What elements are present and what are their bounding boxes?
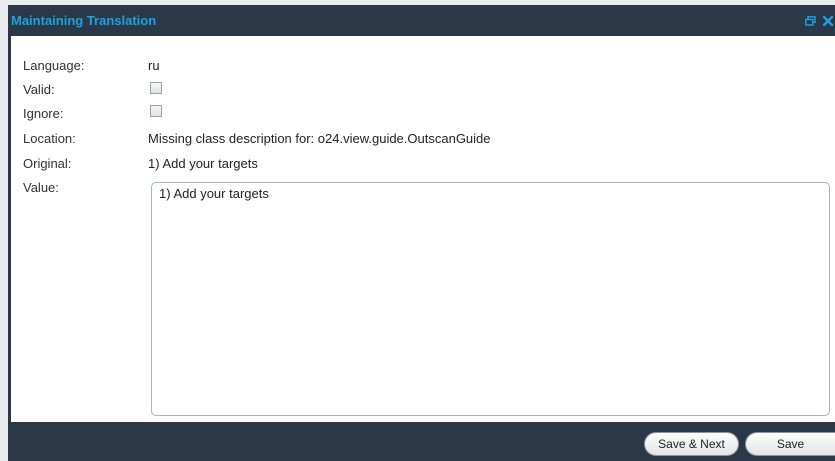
save-button[interactable]: Save [745,432,835,456]
save-next-button[interactable]: Save & Next [644,432,739,456]
restore-icon[interactable] [805,15,816,26]
language-value: ru [148,58,160,73]
language-label: Language: [23,58,85,73]
original-label: Original: [23,156,72,171]
dialog-titlebar[interactable]: Maintaining Translation [8,5,835,36]
dialog-footer: Save & Next Save [8,422,835,461]
location-label: Location: [23,131,76,146]
dialog-title: Maintaining Translation [11,13,157,28]
close-icon[interactable] [823,15,833,26]
valid-label: Valid: [23,82,55,97]
location-value: Missing class description for: o24.view.… [148,131,491,146]
original-value: 1) Add your targets [148,156,258,171]
dialog-content: Language: ru Valid: Ignore: Location: Mi… [11,36,835,422]
translation-dialog: Maintaining Translation Language: ru Val… [8,5,835,461]
ignore-label: Ignore: [23,106,64,121]
valid-checkbox[interactable] [150,82,162,94]
title-icons [805,5,835,36]
value-textarea[interactable]: 1) Add your targets [151,182,830,416]
ignore-checkbox[interactable] [150,105,162,117]
value-label: Value: [23,180,59,195]
